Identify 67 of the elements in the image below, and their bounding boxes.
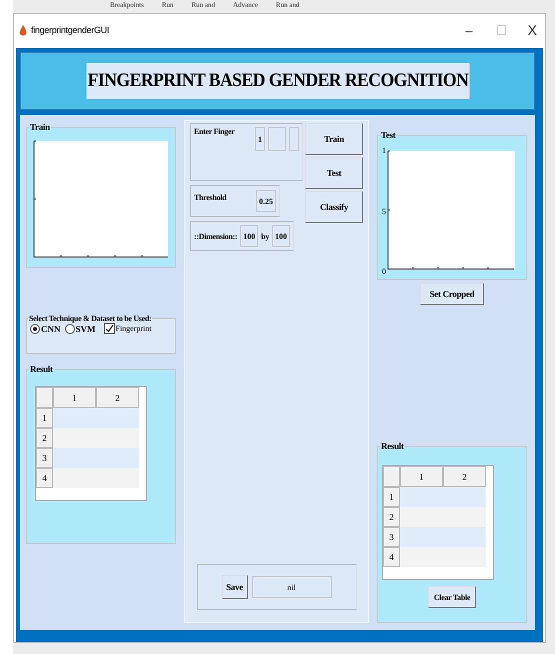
- axis-tick-label: 1: [382, 146, 386, 155]
- row-header[interactable]: 2: [36, 428, 53, 448]
- table-cell: [400, 527, 443, 547]
- table-cell: [96, 408, 139, 428]
- corner-header: [383, 466, 400, 487]
- checkbox[interactable]: [104, 323, 114, 334]
- row-header[interactable]: 4: [36, 468, 53, 488]
- panel-title: Train: [29, 122, 51, 132]
- window-title: fingerprintgenderGUI: [31, 25, 110, 35]
- flame-icon: [19, 24, 27, 36]
- table-cell: [53, 448, 96, 468]
- table-cell: [443, 547, 486, 567]
- action-button[interactable]: Test: [305, 157, 363, 189]
- action-button[interactable]: Train: [305, 123, 363, 155]
- threshold-label: Threshold: [194, 193, 226, 202]
- axis-tick-label: 0: [382, 267, 386, 276]
- table-cell: [96, 448, 139, 468]
- threshold-field[interactable]: 0.25: [256, 190, 276, 212]
- finger-field[interactable]: 1: [255, 127, 265, 151]
- close-button[interactable]: X: [528, 22, 537, 38]
- row-header[interactable]: 2: [383, 507, 400, 527]
- table-cell: [443, 507, 486, 527]
- table-cell: [400, 547, 443, 567]
- save-field[interactable]: nil: [252, 576, 332, 598]
- row-header[interactable]: 1: [36, 408, 53, 428]
- column-header[interactable]: 2: [443, 466, 486, 487]
- height-field[interactable]: 100: [272, 225, 290, 247]
- corner-header: [36, 387, 53, 408]
- radio-button[interactable]: [64, 324, 74, 334]
- empty-field[interactable]: [268, 127, 286, 151]
- dimension-label: ::Dimension::: [194, 232, 238, 240]
- radio-button[interactable]: [30, 324, 40, 334]
- panel-title: Result: [380, 441, 405, 451]
- row-header[interactable]: 4: [383, 547, 400, 567]
- set-cropped-button[interactable]: Set Cropped: [420, 283, 484, 305]
- table-cell: [443, 527, 486, 547]
- row-header[interactable]: 1: [383, 487, 400, 507]
- by-label: by: [261, 232, 270, 240]
- clear-table-button[interactable]: Clear Table: [428, 586, 476, 608]
- minimize-button[interactable]: –: [465, 22, 473, 38]
- row-header[interactable]: 3: [36, 448, 53, 468]
- app-heading: FINGERPRINT BASED GENDER RECOGNITION: [86, 63, 470, 99]
- option-label: Fingerprint: [116, 324, 152, 333]
- column-header[interactable]: 1: [400, 466, 443, 487]
- table-cell: [96, 468, 139, 488]
- save-button[interactable]: Save: [222, 575, 248, 599]
- row-header[interactable]: 3: [383, 527, 400, 547]
- option-label: SVM: [76, 324, 96, 334]
- empty-field[interactable]: [289, 127, 299, 151]
- option-label: CNN: [41, 324, 60, 334]
- table-cell: [53, 408, 96, 428]
- width-field[interactable]: 100: [240, 225, 258, 247]
- table-cell: [400, 507, 443, 527]
- column-header[interactable]: 1: [53, 387, 96, 408]
- column-header[interactable]: 2: [96, 387, 139, 408]
- table-cell: [400, 487, 443, 507]
- axis-tick-label: 5: [382, 206, 386, 216]
- action-button[interactable]: Classify: [305, 191, 363, 223]
- table-cell: [443, 487, 486, 507]
- table-cell: [53, 468, 96, 488]
- group-title: Select Technique & Dataset to be Used:: [28, 314, 152, 323]
- panel-title: Test: [380, 130, 396, 140]
- finger-label: Enter Finger: [194, 127, 234, 136]
- panel-title: Result: [29, 364, 54, 374]
- table-cell: [53, 428, 96, 448]
- table-cell: [96, 428, 139, 448]
- checkmark-icon: [104, 324, 114, 333]
